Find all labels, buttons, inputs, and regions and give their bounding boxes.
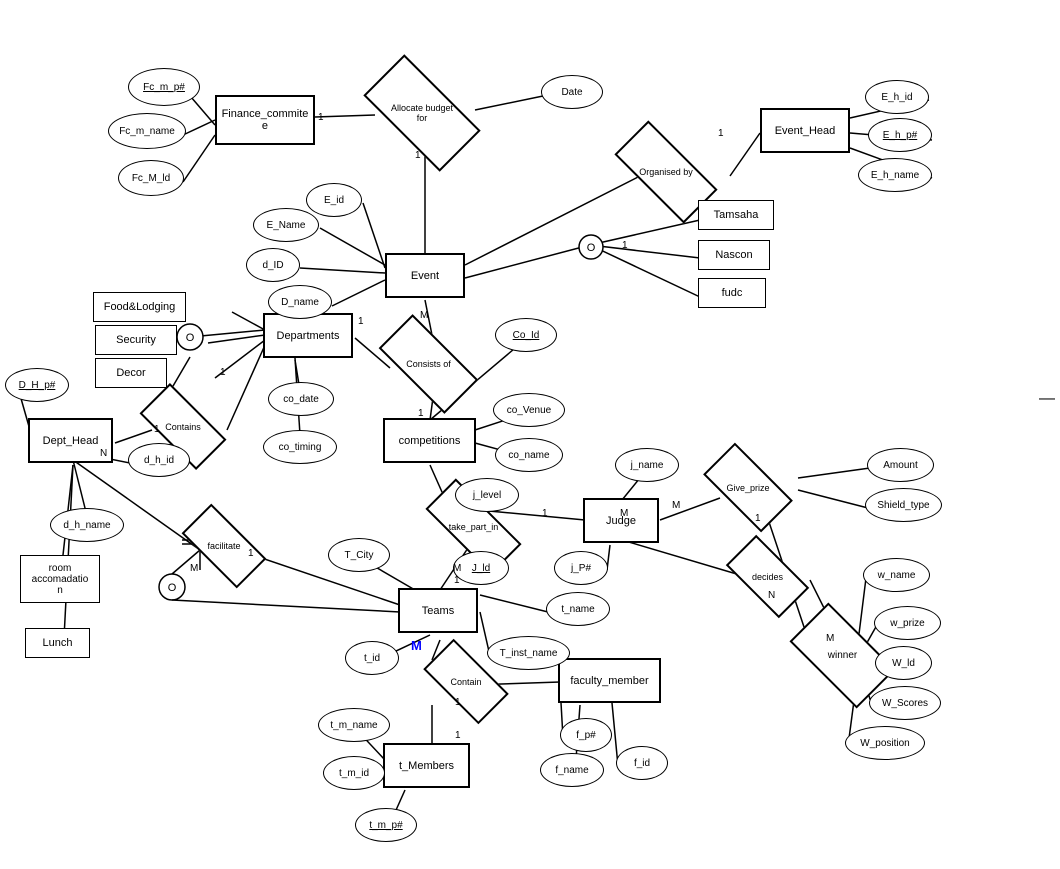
right-dash: —	[1039, 390, 1055, 408]
entity-decor: Decor	[95, 358, 167, 388]
label-m-decides: M	[826, 633, 834, 644]
label-m-give: M	[672, 500, 680, 511]
label-1-organised-head: 1	[718, 128, 724, 139]
attribute-amount: Amount	[867, 448, 934, 482]
label-1-contain-fac: 1	[455, 730, 461, 741]
label-n-depthead: N	[100, 448, 107, 459]
relationship-take-part-in: take_part_in	[427, 505, 520, 548]
label-m-tpart: M	[453, 563, 461, 574]
attribute-d-h-p: D_H_p#	[5, 368, 69, 402]
attribute-t-m-id: t_m_id	[323, 756, 385, 790]
label-1-event-alloc: 1	[415, 150, 421, 161]
attribute-w-prize: w_prize	[874, 606, 941, 640]
label-1-consists-comp2: 1	[418, 408, 424, 419]
relationship-consists-of: Consists of	[382, 340, 475, 388]
attribute-e-h-id: E_h_id	[865, 80, 929, 114]
label-m-judge: M	[620, 508, 628, 519]
label-m-facilitate: M	[190, 563, 198, 574]
attribute-t-m-p: t_m_p#	[355, 808, 417, 842]
attribute-j-ld: J_ld	[453, 551, 509, 585]
attribute-d-h-id: d_h_id	[128, 443, 190, 477]
relationship-contain: Contain	[427, 660, 505, 703]
relationship-facilitate: facilitate	[185, 525, 263, 567]
label-1-tpart-judge: 1	[542, 508, 548, 519]
entity-room-accom: roomaccomadation	[20, 555, 100, 603]
label-1-contain-tmem: 1	[455, 697, 461, 708]
label-n-decides: N	[768, 590, 775, 601]
attribute-e-name: E_Name	[253, 208, 319, 242]
label-1-consists-dept: 1	[358, 316, 364, 327]
entity-winner: winner	[795, 628, 890, 683]
entity-fudc: fudc	[698, 278, 766, 308]
attribute-w-scores: W_Scores	[869, 686, 941, 720]
attribute-fc-m-ld: Fc_M_ld	[118, 160, 184, 196]
entity-finance-committee: Finance_commitee	[215, 95, 315, 145]
attribute-co-venue: co_Venue	[493, 393, 565, 427]
attribute-d-h-name: d_h_name	[50, 508, 124, 542]
attribute-j-name: j_name	[615, 448, 679, 482]
attribute-t-id: t_id	[345, 641, 399, 675]
svg-text:O: O	[587, 242, 596, 254]
attribute-j-p: j_P#	[554, 551, 608, 585]
attribute-w-ld: W_ld	[875, 646, 932, 680]
attribute-e-id: E_id	[306, 183, 362, 217]
entity-faculty-member: faculty_member	[558, 658, 661, 703]
attribute-fc-m-name: Fc_m_name	[108, 113, 186, 149]
attribute-f-id: f_id	[616, 746, 668, 780]
attribute-d-name: D_name	[268, 285, 332, 319]
entity-lunch: Lunch	[25, 628, 90, 658]
entity-nascon: Nascon	[698, 240, 770, 270]
attribute-j-level: j_level	[455, 478, 519, 512]
label-1-tpart-teams: 1	[454, 575, 460, 586]
attribute-w-position: W_position	[845, 726, 925, 760]
attribute-t-name: t_name	[546, 592, 610, 626]
attribute-f-name: f_name	[540, 753, 604, 787]
entity-food-lodging: Food&Lodging	[93, 292, 186, 322]
label-1-contains: 1	[154, 424, 160, 435]
label-m-contain-teams: M	[411, 638, 422, 653]
label-m-consists-comp: M	[420, 310, 428, 321]
er-diagram-canvas: O O O Finance_commitee Event Event_Head …	[0, 0, 1060, 869]
svg-text:O: O	[186, 332, 195, 344]
label-1-facilitate: 1	[248, 548, 254, 559]
label-1-give: 1	[755, 513, 761, 524]
entity-judge: Judge	[583, 498, 659, 543]
attribute-e-h-p: E_h_p#	[868, 118, 932, 152]
attribute-shield-type: Shield_type	[865, 488, 942, 522]
entity-tamsaha: Tamsaha	[698, 200, 774, 230]
svg-text:O: O	[168, 582, 177, 594]
entity-event-head: Event_Head	[760, 108, 850, 153]
attribute-t-inst-name: T_inst_name	[487, 636, 570, 670]
attribute-d-id: d_ID	[246, 248, 300, 282]
attribute-f-p: f_p#	[560, 718, 612, 752]
attribute-co-timing: co_timing	[263, 430, 337, 464]
attribute-t-city: T_City	[328, 538, 390, 572]
relationship-organised-by: Organised by	[617, 148, 715, 196]
attribute-t-m-name: t_m_name	[318, 708, 390, 742]
attribute-e-h-name: E_h_name	[858, 158, 932, 192]
relationship-give-prize: Give_prize	[707, 465, 789, 510]
entity-security: Security	[95, 325, 177, 355]
relationship-allocate-budget-for: Allocate budgetfor	[368, 84, 476, 142]
entity-teams: Teams	[398, 588, 478, 633]
attribute-co-name: co_name	[495, 438, 563, 472]
entity-t-members: t_Members	[383, 743, 470, 788]
entity-competitions: competitions	[383, 418, 476, 463]
attribute-co-id: Co_Id	[495, 318, 557, 352]
entity-departments: Departments	[263, 313, 353, 358]
attribute-date: Date	[541, 75, 603, 109]
attribute-fc-m-p: Fc_m_p#	[128, 68, 200, 106]
label-1-contains-dept: 1	[220, 367, 226, 378]
attribute-co-date: co_date	[268, 382, 334, 416]
label-1-fc-event: 1	[318, 112, 324, 123]
label-1-organised-event: 1	[622, 240, 628, 251]
attribute-w-name: w_name	[863, 558, 930, 592]
entity-event: Event	[385, 253, 465, 298]
